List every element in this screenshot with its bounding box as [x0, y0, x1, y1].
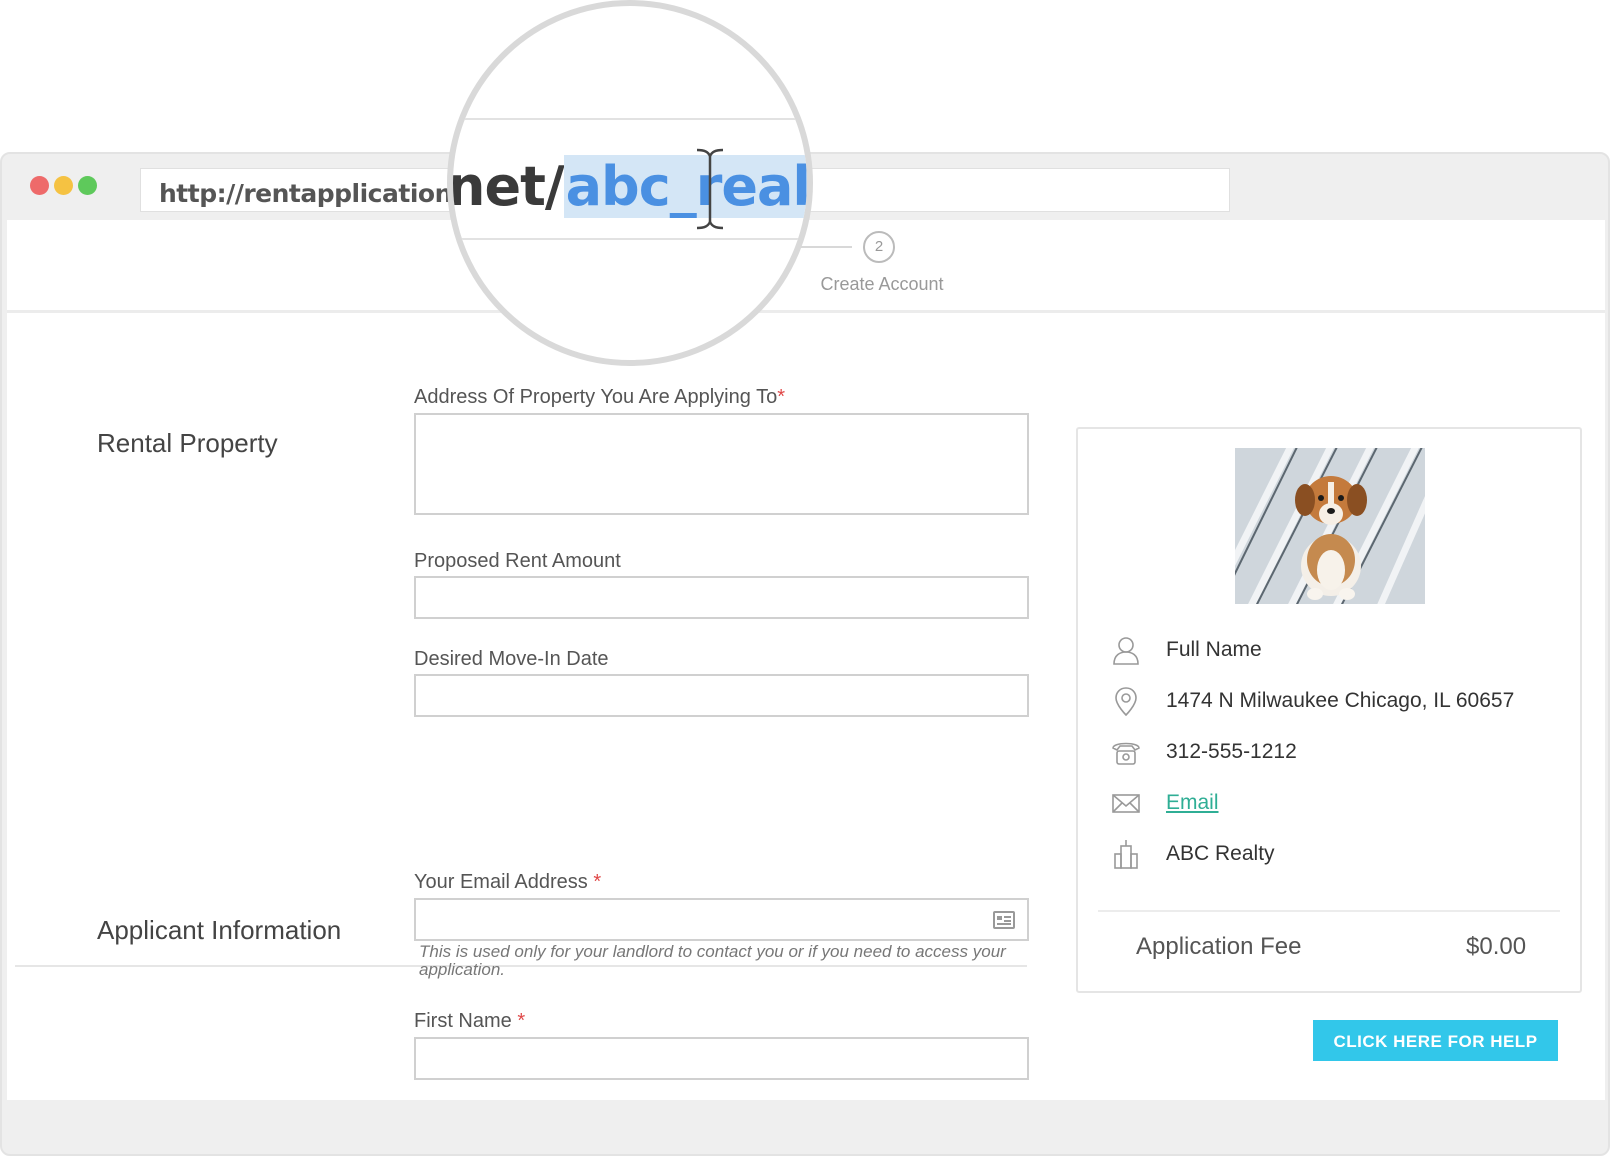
rent-amount-label: Proposed Rent Amount — [414, 550, 621, 572]
url-magnifier: net/abc_realty — [447, 0, 813, 366]
address-input[interactable] — [414, 413, 1029, 515]
rent-amount-input[interactable] — [414, 576, 1029, 619]
landlord-email-link[interactable]: Email — [1166, 791, 1219, 815]
minimize-window-button[interactable] — [54, 176, 73, 195]
url-text: http://rentapplication.n — [159, 179, 479, 208]
text-cursor-icon — [696, 148, 724, 230]
landlord-card: Full Name 1474 N Milwaukee Chicago, IL 6… — [1076, 427, 1582, 993]
application-fee-label: Application Fee — [1136, 933, 1302, 960]
user-icon — [1113, 637, 1139, 665]
landlord-address: 1474 N Milwaukee Chicago, IL 60657 — [1166, 689, 1515, 712]
move-in-date-input[interactable] — [414, 674, 1029, 717]
address-label: Address Of Property You Are Applying To* — [414, 386, 785, 408]
maximize-window-button[interactable] — [78, 176, 97, 195]
magnified-step-line — [453, 238, 807, 240]
magnified-url: net/abc_realty — [447, 155, 807, 218]
selected-url-slug[interactable]: abc_realty — [563, 155, 807, 218]
step-2-indicator: 2 — [863, 231, 895, 263]
help-button[interactable]: CLICK HERE FOR HELP — [1313, 1020, 1558, 1061]
application-fee-value: $0.00 — [1466, 933, 1527, 960]
magnified-bar-edge — [453, 118, 807, 120]
envelope-icon — [1112, 794, 1140, 813]
section-title-rental-property: Rental Property — [97, 428, 278, 458]
email-input[interactable] — [414, 898, 1029, 941]
building-icon — [1114, 840, 1138, 869]
landlord-photo — [1235, 448, 1425, 604]
landlord-name: Full Name — [1166, 638, 1262, 661]
card-divider — [1098, 910, 1560, 912]
required-mark: * — [517, 1010, 526, 1032]
map-pin-icon — [1115, 687, 1137, 717]
move-in-date-label: Desired Move-In Date — [414, 648, 609, 670]
first-name-label: First Name * — [414, 1010, 526, 1032]
landlord-phone: 312-555-1212 — [1166, 740, 1297, 763]
contact-card-icon[interactable] — [993, 911, 1015, 929]
email-label: Your Email Address * — [414, 871, 602, 893]
step-2-label: Create Account — [820, 274, 944, 294]
required-mark: * — [777, 386, 785, 408]
phone-icon — [1112, 742, 1140, 765]
email-hint: This is used only for your landlord to c… — [419, 942, 1006, 979]
close-window-button[interactable] — [30, 176, 49, 195]
magnified-url-path: net/ — [447, 155, 565, 218]
section-title-applicant-information: Applicant Information — [97, 915, 342, 945]
required-mark: * — [593, 871, 602, 893]
landlord-company: ABC Realty — [1166, 842, 1275, 865]
first-name-input[interactable] — [414, 1037, 1029, 1080]
